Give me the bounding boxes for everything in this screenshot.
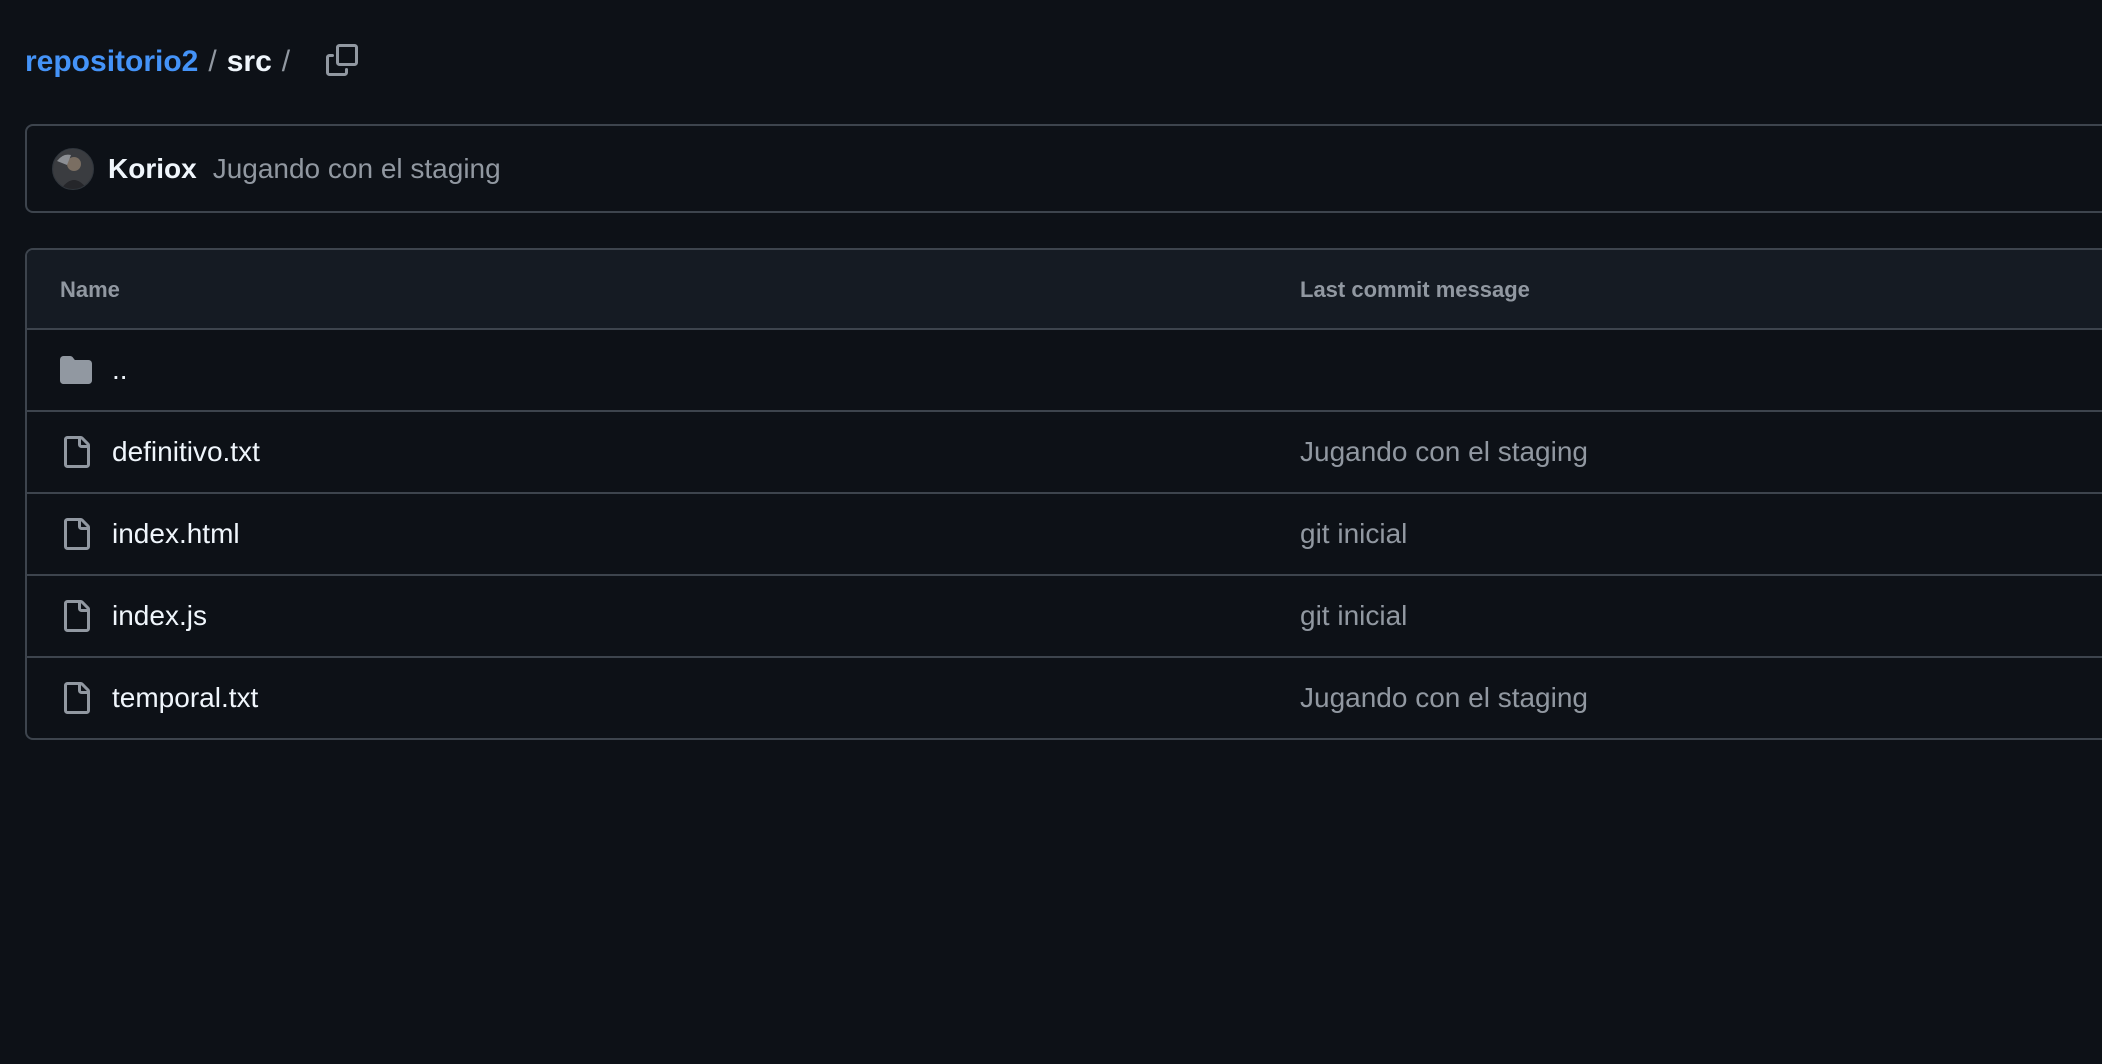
breadcrumb-repo-link[interactable]: repositorio2 [25, 45, 198, 79]
column-header-last-commit: Last commit message [1300, 277, 1530, 302]
file-name-link[interactable]: temporal.txt [112, 658, 258, 738]
file-icon [60, 658, 92, 738]
file-name-link[interactable]: .. [112, 330, 128, 410]
file-icon [60, 576, 92, 656]
breadcrumb: repositorio2 / src / [25, 40, 300, 84]
file-icon [60, 412, 92, 492]
file-commit-message[interactable]: git inicial [1300, 576, 1407, 656]
table-row[interactable]: index.js git inicial [27, 576, 2102, 658]
file-name-link[interactable]: definitivo.txt [112, 412, 260, 492]
latest-commit-box: Koriox Jugando con el staging [25, 124, 2102, 213]
folder-icon [60, 330, 92, 410]
avatar[interactable] [52, 147, 94, 190]
table-row[interactable]: temporal.txt Jugando con el staging [27, 658, 2102, 738]
column-header-name: Name [60, 277, 120, 302]
breadcrumb-separator: / [208, 45, 217, 78]
commit-message-link[interactable]: Jugando con el staging [213, 153, 501, 185]
avatar-image [53, 148, 93, 189]
page: repositorio2 / src / Koriox Jugando con … [0, 0, 2102, 1064]
table-header: Name Last commit message [27, 250, 2102, 330]
commit-author-link[interactable]: Koriox [108, 153, 197, 185]
file-name-link[interactable]: index.js [112, 576, 207, 656]
file-commit-message[interactable]: Jugando con el staging [1300, 658, 1588, 738]
breadcrumb-current-folder: src [226, 45, 272, 78]
file-name-link[interactable]: index.html [112, 494, 240, 574]
table-row[interactable]: definitivo.txt Jugando con el staging [27, 412, 2102, 494]
table-row[interactable]: index.html git inicial [27, 494, 2102, 576]
breadcrumb-trailing-separator: / [281, 45, 291, 78]
file-icon [60, 494, 92, 574]
copy-path-button[interactable] [320, 38, 364, 82]
file-commit-message[interactable]: git inicial [1300, 494, 1407, 574]
copy-icon [326, 44, 358, 76]
file-table: Name Last commit message .. definitivo.t… [25, 248, 2102, 740]
table-row-parent-directory[interactable]: .. [27, 330, 2102, 412]
file-commit-message[interactable]: Jugando con el staging [1300, 412, 1588, 492]
